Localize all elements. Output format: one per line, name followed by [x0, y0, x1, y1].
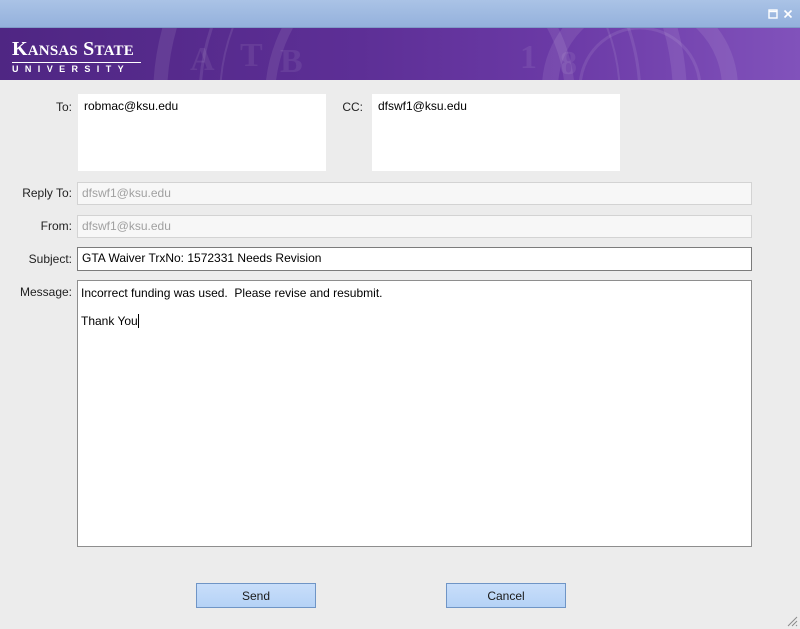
text-caret	[137, 314, 139, 328]
svg-text:B: B	[280, 43, 303, 80]
university-logo-subtitle: UNIVERSITY	[12, 64, 131, 74]
cancel-button[interactable]: Cancel	[446, 583, 566, 608]
svg-text:T: T	[240, 37, 263, 74]
message-line	[81, 300, 748, 314]
subject-field[interactable]: GTA Waiver TrxNo: 1572331 Needs Revision	[77, 247, 752, 271]
message-line: Incorrect funding was used. Please revis…	[81, 286, 383, 300]
message-textarea[interactable]: Incorrect funding was used. Please revis…	[77, 280, 752, 547]
from-field: dfswf1@ksu.edu	[77, 215, 752, 238]
logo-divider	[12, 62, 141, 63]
to-field[interactable]: robmac@ksu.edu	[78, 94, 326, 171]
svg-text:8: 8	[560, 45, 577, 80]
subject-label: Subject:	[28, 252, 72, 266]
svg-text:A: A	[190, 41, 215, 78]
cc-field[interactable]: dfswf1@ksu.edu	[372, 94, 620, 171]
message-line: Thank You	[81, 314, 139, 328]
maximize-icon[interactable]	[767, 8, 779, 20]
to-label: To:	[55, 100, 72, 114]
window-titlebar[interactable]	[0, 0, 800, 28]
university-logo-name: KANSAS STATE	[12, 38, 134, 60]
message-label: Message:	[19, 285, 72, 299]
university-banner: A T B 1 8 KANSAS STATE UNIVERSITY	[0, 28, 800, 80]
reply-to-field: dfswf1@ksu.edu	[77, 182, 752, 205]
send-button[interactable]: Send	[196, 583, 316, 608]
from-label: From:	[40, 219, 72, 233]
reply-to-label: Reply To:	[22, 186, 72, 200]
cc-label: CC:	[342, 100, 363, 114]
close-icon[interactable]	[782, 8, 794, 20]
resize-grip-icon[interactable]	[786, 615, 798, 627]
svg-text:1: 1	[520, 39, 537, 76]
